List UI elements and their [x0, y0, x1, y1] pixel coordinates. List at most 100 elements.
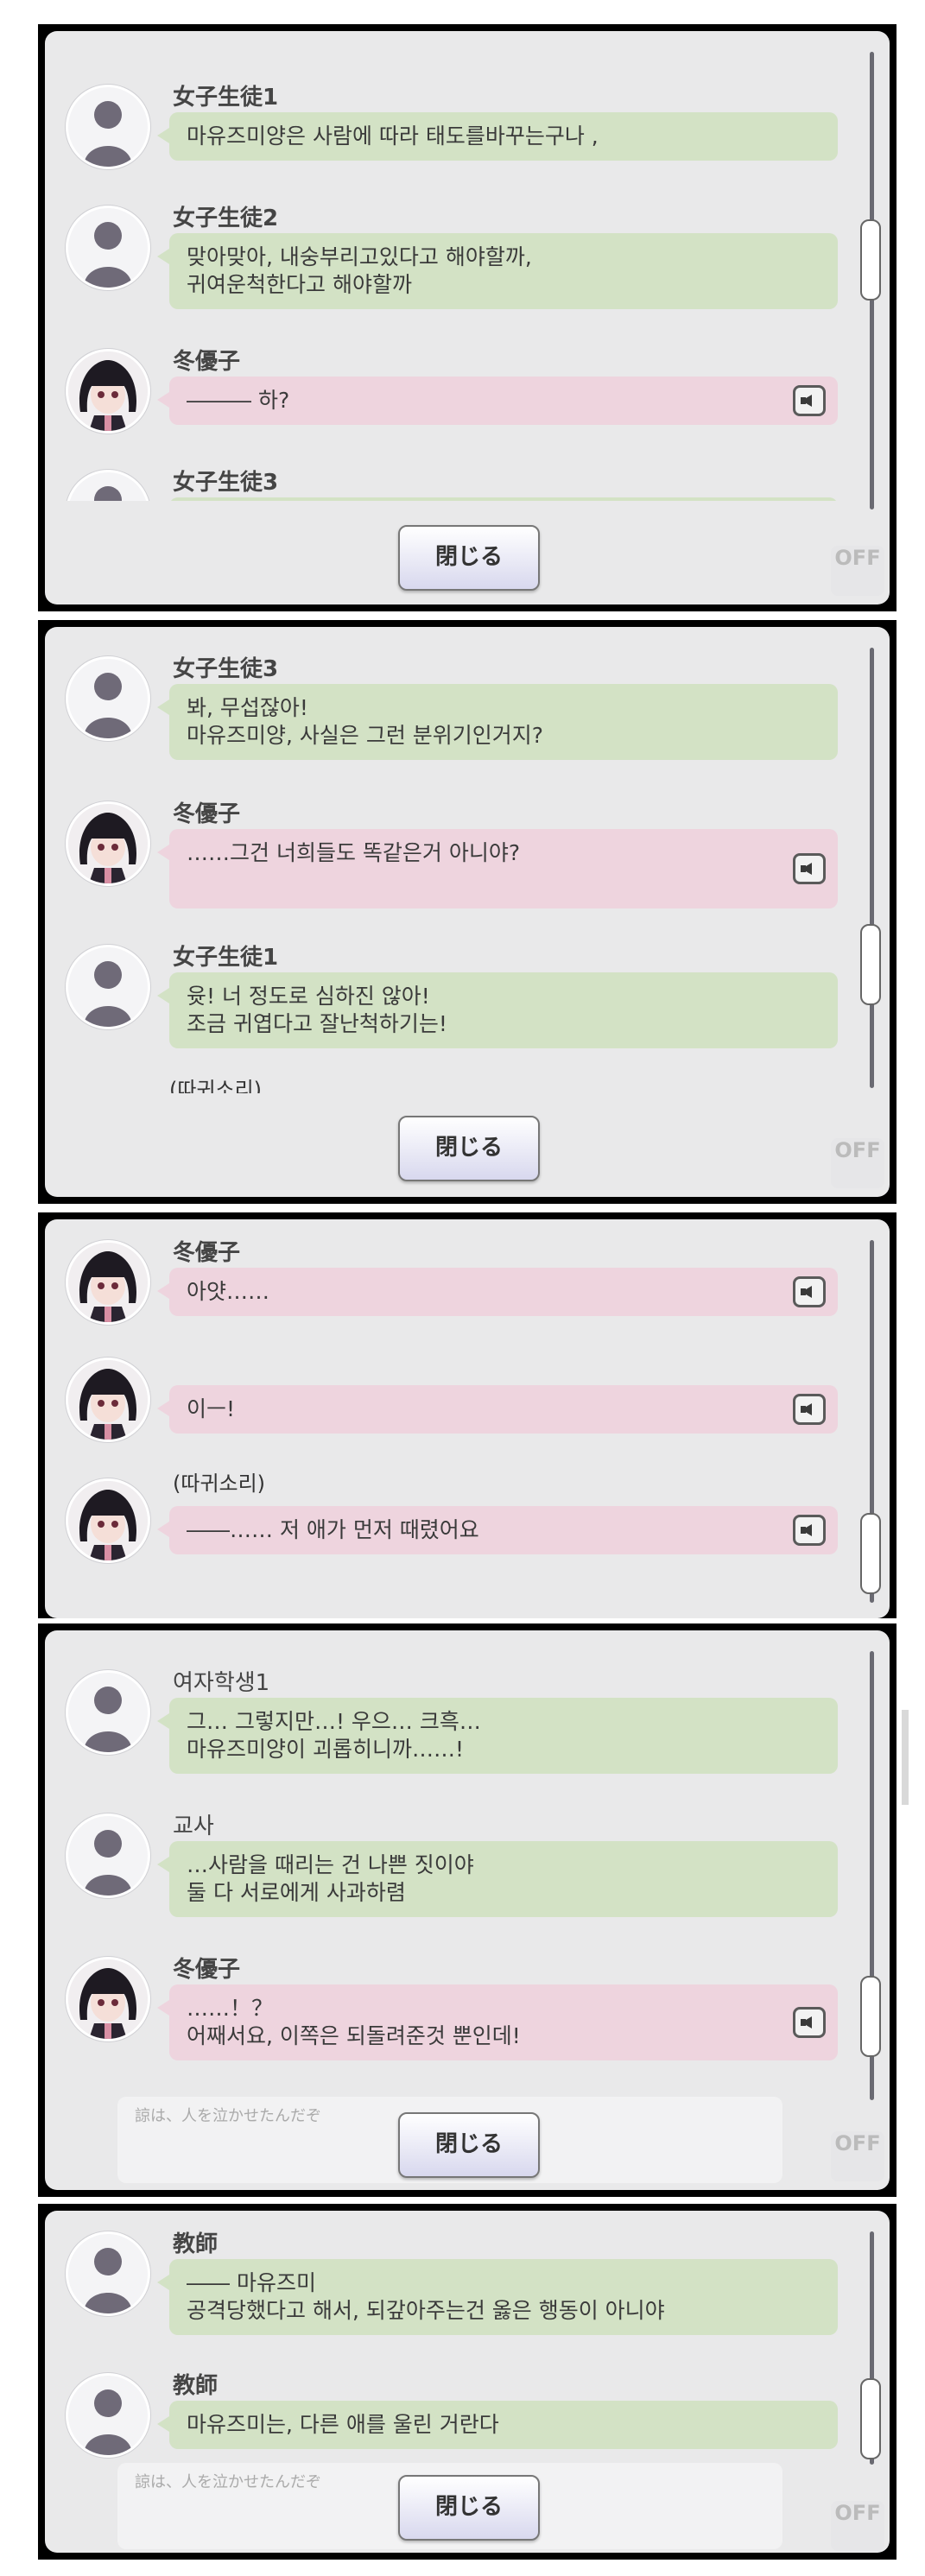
- close-button[interactable]: 閉じる: [398, 525, 540, 591]
- message-text: ……그건 너희들도 똑같은거 아니야?: [187, 840, 521, 865]
- message-bubble: …사람을 때리는 건 나쁜 짓이야 둘 다 서로에게 사과하렴: [157, 1841, 838, 1917]
- close-button[interactable]: 閉じる: [398, 1116, 540, 1181]
- message-text: ……！？ 어째서요, 이쪽은 되돌려준것 뿐인데!: [187, 1996, 521, 2048]
- scrollbar-thumb[interactable]: [860, 2378, 881, 2459]
- auto-off-label: OFF: [834, 2131, 881, 2155]
- person-silhouette-icon: [84, 101, 132, 167]
- message-bubble: 맞아맞아, 내숭부리고있다고 해야할까, 귀여운척한다고 해야할까: [157, 233, 838, 309]
- person-silhouette-icon: [84, 2389, 132, 2455]
- log-entry: 교사 …사람을 때리는 건 나쁜 짓이야 둘 다 서로에게 사과하렴: [66, 1808, 838, 1938]
- speaker-cone-icon: [801, 1524, 812, 1536]
- dialog-log-screenshot-3: 冬優子 아얏…… 이ㅡ! (따귀소리) ――…… 저 애가 먼저 때렸어요: [38, 1212, 896, 1618]
- npc-avatar: [66, 656, 150, 741]
- message-bubble: 이ㅡ!: [157, 1385, 838, 1434]
- auto-off-label: OFF: [834, 1138, 881, 1162]
- fuyuko-avatar: [66, 801, 150, 886]
- log-entry: 冬優子 ――― 하?: [66, 344, 838, 473]
- log-entry: 女子生徒1 마유즈미양은 사람에 따라 태도를바꾸는구나 ,: [66, 79, 838, 209]
- message-bubble: ―― 마유즈미 공격당했다고 해서, 되갚아주는건 옳은 행동이 아니야: [157, 2259, 838, 2335]
- npc-avatar: [66, 1670, 150, 1755]
- close-button[interactable]: 閉じる: [398, 2112, 540, 2178]
- npc-avatar: [66, 85, 150, 169]
- speaker-name: 女子生徒1: [173, 85, 279, 111]
- message-bubble: 그… 그렇지만…! 우으… 크흑… 마유즈미양이 괴롭히니까……!: [157, 1698, 838, 1774]
- npc-avatar: [66, 2231, 150, 2316]
- log-entry: 冬優子 아얏……: [66, 1235, 838, 1364]
- person-silhouette-icon: [84, 1830, 132, 1896]
- log-entry: 女子生徒1 윳! 너 정도로 심하진 않아! 조금 귀엽다고 잘난척하기는!: [66, 940, 838, 1069]
- log-scroll-area[interactable]: 教師 ―― 마유즈미 공격당했다고 해서, 되갚아주는건 옳은 행동이 아니야 …: [45, 2211, 890, 2466]
- message-bubble: [169, 497, 838, 501]
- auto-off-toggle[interactable]: OFF: [831, 1138, 884, 1188]
- fuyuko-portrait-icon: [68, 804, 148, 883]
- voice-replay-button[interactable]: [793, 1394, 826, 1425]
- scrollbar-thumb[interactable]: [860, 924, 881, 1005]
- log-entry: 冬優子 ……！？ 어째서요, 이쪽은 되돌려준것 뿐인데!: [66, 1952, 838, 2081]
- scrollbar-thumb[interactable]: [860, 219, 881, 301]
- message-text: 아얏……: [187, 1279, 270, 1304]
- log-scroll-area[interactable]: 여자학생1 그… 그렇지만…! 우으… 크흑… 마유즈미양이 괴롭히니까……! …: [45, 1630, 890, 2095]
- speaker-name: 女子生徒2: [173, 206, 279, 231]
- scrollbar-thumb[interactable]: [860, 1976, 881, 2057]
- npc-avatar: [66, 206, 150, 290]
- fuyuko-portrait-icon: [68, 1243, 148, 1322]
- auto-off-toggle[interactable]: OFF: [831, 2131, 884, 2181]
- scrollbar-thumb[interactable]: [860, 1513, 881, 1594]
- speaker-name: 女子生徒3: [173, 656, 279, 682]
- speaker-name: 女子生徒3: [173, 470, 279, 496]
- speaker-name: 교사: [173, 1813, 214, 1839]
- message-bubble: ……그건 너희들도 똑같은거 아니야?: [157, 829, 838, 908]
- speaker-name: 冬優子: [173, 1240, 241, 1266]
- log-scroll-area[interactable]: 女子生徒3 봐, 무섭잖아! 마유즈미양, 사실은 그런 분위기인거지? 冬優子…: [45, 627, 890, 1093]
- fuyuko-avatar: [66, 1957, 150, 2041]
- message-bubble: ――― 하?: [157, 377, 838, 425]
- fuyuko-portrait-icon: [68, 1360, 148, 1440]
- auto-off-toggle[interactable]: OFF: [831, 2501, 884, 2551]
- person-silhouette-icon: [84, 961, 132, 1027]
- log-entry: 여자학생1 그… 그렇지만…! 우으… 크흑… 마유즈미양이 괴롭히니까……!: [66, 1665, 838, 1794]
- log-scroll-area[interactable]: 女子生徒1 마유즈미양은 사람에 따라 태도를바꾸는구나 , 女子生徒2 맞아맞…: [45, 31, 890, 501]
- voice-replay-button[interactable]: [793, 2007, 826, 2038]
- speaker-name: 女子生徒1: [173, 945, 279, 971]
- person-silhouette-icon: [84, 673, 132, 738]
- voice-replay-button[interactable]: [793, 853, 826, 884]
- log-scroll-area[interactable]: 冬優子 아얏…… 이ㅡ! (따귀소리) ――…… 저 애가 먼저 때렸어요: [45, 1219, 890, 1618]
- log-panel: 여자학생1 그… 그렇지만…! 우으… 크흑… 마유즈미양이 괴롭히니까……! …: [45, 1630, 890, 2190]
- log-entry: 이ㅡ!: [66, 1352, 838, 1482]
- log-entry: 教師 마유즈미는, 다른 애를 울린 거란다: [66, 2368, 838, 2466]
- speaker-name: 冬優子: [173, 1957, 241, 1983]
- log-panel: 教師 ―― 마유즈미 공격당했다고 해서, 되갚아주는건 옳은 행동이 아니야 …: [45, 2211, 890, 2553]
- dialog-log-screenshot-2: 女子生徒3 봐, 무섭잖아! 마유즈미양, 사실은 그런 분위기인거지? 冬優子…: [38, 620, 896, 1204]
- person-silhouette-icon: [94, 486, 122, 501]
- fuyuko-portrait-icon: [68, 1481, 148, 1560]
- log-panel: 女子生徒1 마유즈미양은 사람에 따라 태도를바꾸는구나 , 女子生徒2 맞아맞…: [45, 31, 890, 604]
- log-entry: 女子生徒3 봐, 무섭잖아! 마유즈미양, 사실은 그런 분위기인거지?: [66, 651, 838, 781]
- speaker-cone-icon: [801, 1403, 812, 1415]
- auto-off-toggle[interactable]: OFF: [831, 546, 884, 596]
- log-entry: 教師 ―― 마유즈미 공격당했다고 해서, 되갚아주는건 옳은 행동이 아니야: [66, 2226, 838, 2356]
- speaker-cone-icon: [801, 1286, 812, 1298]
- log-panel: 冬優子 아얏…… 이ㅡ! (따귀소리) ――…… 저 애가 먼저 때렸어요: [45, 1219, 890, 1618]
- message-bubble: 아얏……: [157, 1268, 838, 1316]
- close-button[interactable]: 閉じる: [398, 2475, 540, 2541]
- voice-replay-button[interactable]: [793, 385, 826, 416]
- fuyuko-avatar: [66, 1478, 150, 1563]
- voice-replay-button[interactable]: [793, 1276, 826, 1307]
- speaker-cone-icon: [801, 2016, 812, 2029]
- fuyuko-portrait-icon: [68, 1959, 148, 2039]
- npc-avatar: [66, 470, 150, 501]
- fuyuko-portrait-icon: [68, 351, 148, 431]
- npc-avatar: [66, 1813, 150, 1898]
- npc-avatar: [66, 945, 150, 1029]
- log-panel: 女子生徒3 봐, 무섭잖아! 마유즈미양, 사실은 그런 분위기인거지? 冬優子…: [45, 627, 890, 1197]
- message-text: ――― 하?: [187, 388, 290, 413]
- scrollbar-track[interactable]: [870, 648, 874, 1088]
- speaker-name: 教師: [173, 2231, 219, 2257]
- person-silhouette-icon: [84, 222, 132, 288]
- page-edge-bar: [902, 1710, 909, 1805]
- dialog-log-screenshot-1: 女子生徒1 마유즈미양은 사람에 따라 태도를바꾸는구나 , 女子生徒2 맞아맞…: [38, 24, 896, 611]
- log-entry: ――…… 저 애가 먼저 때렸어요: [66, 1473, 838, 1603]
- fuyuko-avatar: [66, 1358, 150, 1442]
- voice-replay-button[interactable]: [793, 1515, 826, 1546]
- message-bubble: 마유즈미는, 다른 애를 울린 거란다: [157, 2401, 838, 2449]
